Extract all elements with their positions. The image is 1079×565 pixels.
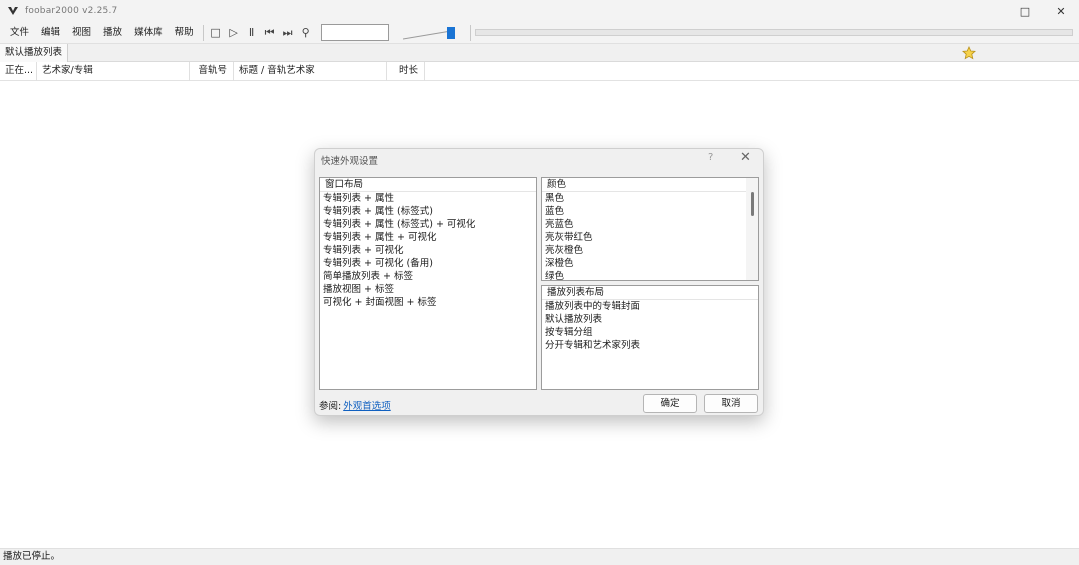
- list-item[interactable]: 专辑列表 + 可视化 (备用): [320, 257, 536, 270]
- volume-slider[interactable]: [402, 24, 459, 42]
- status-bar: 播放已停止。: [0, 548, 1079, 565]
- title-bar: foobar2000 v2.25.7 □ ✕: [0, 0, 1079, 22]
- window-layout-header: 窗口布局: [320, 178, 536, 192]
- color-scheme-list[interactable]: 颜色 黑色 蓝色 亮蓝色 亮灰带红色 亮灰橙色 深橙色 绿色: [541, 177, 759, 281]
- list-item[interactable]: 按专辑分组: [542, 326, 758, 339]
- tab-default-playlist[interactable]: 默认播放列表: [0, 44, 69, 62]
- dialog-close-button[interactable]: ✕: [740, 150, 751, 165]
- list-item[interactable]: 专辑列表 + 属性 (标签式): [320, 205, 536, 218]
- color-list-scrollbar[interactable]: [746, 178, 758, 280]
- list-item[interactable]: 专辑列表 + 属性 + 可视化: [320, 231, 536, 244]
- toolbar-separator: [202, 24, 204, 41]
- window-title: foobar2000 v2.25.7: [25, 6, 118, 16]
- window-layout-list[interactable]: 窗口布局 专辑列表 + 属性 专辑列表 + 属性 (标签式) 专辑列表 + 属性…: [319, 177, 537, 390]
- pause-icon: Ⅱ: [248, 26, 255, 39]
- list-item[interactable]: 分开专辑和艺术家列表: [542, 339, 758, 352]
- playback-order-dropdown[interactable]: [320, 24, 389, 41]
- appearance-preferences-link[interactable]: 外观首选项: [343, 401, 391, 412]
- list-item[interactable]: 默认播放列表: [542, 313, 758, 326]
- stop-icon: □: [210, 26, 221, 39]
- menu-library[interactable]: 媒体库: [128, 24, 169, 42]
- list-item[interactable]: 专辑列表 + 可视化: [320, 244, 536, 257]
- window-layout-items: 专辑列表 + 属性 专辑列表 + 属性 (标签式) 专辑列表 + 属性 (标签式…: [320, 192, 536, 309]
- main-toolbar: 文件 编辑 视图 播放 媒体库 帮助 □ ▷ Ⅱ ⏮ ⏭ ⚲: [0, 22, 1079, 44]
- list-item[interactable]: 专辑列表 + 属性: [320, 192, 536, 205]
- star-icon[interactable]: [962, 46, 976, 60]
- ok-button[interactable]: 确定: [643, 394, 697, 413]
- random-button[interactable]: ⚲: [297, 24, 315, 42]
- see-also-label: 参阅:: [319, 401, 342, 412]
- random-icon: ⚲: [301, 26, 310, 39]
- column-duration[interactable]: 时长: [387, 62, 425, 81]
- previous-button[interactable]: ⏮: [261, 24, 279, 42]
- pause-button[interactable]: Ⅱ: [243, 24, 261, 42]
- next-button[interactable]: ⏭: [279, 24, 297, 42]
- menu-file[interactable]: 文件: [4, 24, 35, 42]
- playlist-layout-items: 播放列表中的专辑封面 默认播放列表 按专辑分组 分开专辑和艺术家列表: [542, 300, 758, 352]
- list-item[interactable]: 亮灰橙色: [542, 244, 758, 257]
- seek-bar[interactable]: [475, 29, 1073, 36]
- cancel-button[interactable]: 取消: [704, 394, 758, 413]
- see-also-hint: 参阅: 外观首选项: [319, 398, 391, 412]
- play-icon: ▷: [229, 26, 238, 39]
- menu-playback[interactable]: 播放: [97, 24, 128, 42]
- list-item[interactable]: 亮蓝色: [542, 218, 758, 231]
- volume-thumb: [446, 26, 455, 39]
- previous-icon: ⏮: [264, 25, 275, 39]
- column-title[interactable]: 标题 / 音轨艺术家: [234, 62, 387, 81]
- column-track-number[interactable]: 音轨号: [190, 62, 234, 81]
- next-icon: ⏭: [282, 25, 293, 39]
- list-item[interactable]: 黑色: [542, 192, 758, 205]
- dialog-title: 快速外观设置: [321, 156, 379, 167]
- maximize-button[interactable]: □: [1007, 0, 1043, 22]
- close-icon: ✕: [1056, 4, 1066, 18]
- scrollbar-thumb[interactable]: [751, 192, 754, 216]
- list-item[interactable]: 绿色: [542, 270, 758, 280]
- list-item[interactable]: 蓝色: [542, 205, 758, 218]
- menu-edit[interactable]: 编辑: [35, 24, 66, 42]
- column-status[interactable]: 正在...: [0, 62, 37, 81]
- list-item[interactable]: 深橙色: [542, 257, 758, 270]
- column-artist-album[interactable]: 艺术家/专辑: [37, 62, 190, 81]
- close-window-button[interactable]: ✕: [1043, 0, 1079, 22]
- quick-appearance-dialog: 快速外观设置 ? ✕ 窗口布局 专辑列表 + 属性 专辑列表 + 属性 (标签式…: [314, 148, 764, 416]
- maximize-icon: □: [1019, 4, 1031, 18]
- toolbar-separator: [469, 24, 471, 41]
- list-item[interactable]: 专辑列表 + 属性 (标签式) + 可视化: [320, 218, 536, 231]
- playlist-tabs: 默认播放列表: [0, 44, 1079, 62]
- help-icon: ?: [708, 152, 714, 163]
- app-logo-icon: [8, 7, 18, 15]
- list-item[interactable]: 可视化 + 封面视图 + 标签: [320, 296, 536, 309]
- playlist-column-header: 正在... 艺术家/专辑 音轨号 标题 / 音轨艺术家 时长: [0, 62, 1079, 81]
- menu-help[interactable]: 帮助: [169, 24, 200, 42]
- color-scheme-items: 黑色 蓝色 亮蓝色 亮灰带红色 亮灰橙色 深橙色 绿色: [542, 192, 758, 280]
- menu-view[interactable]: 视图: [66, 24, 97, 42]
- stop-button[interactable]: □: [207, 24, 225, 42]
- list-item[interactable]: 亮灰带红色: [542, 231, 758, 244]
- color-scheme-header: 颜色: [542, 178, 758, 192]
- list-item[interactable]: 播放列表中的专辑封面: [542, 300, 758, 313]
- list-item[interactable]: 播放视图 + 标签: [320, 283, 536, 296]
- play-button[interactable]: ▷: [225, 24, 243, 42]
- playlist-layout-list[interactable]: 播放列表布局 播放列表中的专辑封面 默认播放列表 按专辑分组 分开专辑和艺术家列…: [541, 285, 759, 390]
- list-item[interactable]: 简单播放列表 + 标签: [320, 270, 536, 283]
- close-icon: ✕: [740, 150, 751, 165]
- help-button[interactable]: ?: [708, 152, 713, 163]
- playlist-layout-header: 播放列表布局: [542, 286, 758, 300]
